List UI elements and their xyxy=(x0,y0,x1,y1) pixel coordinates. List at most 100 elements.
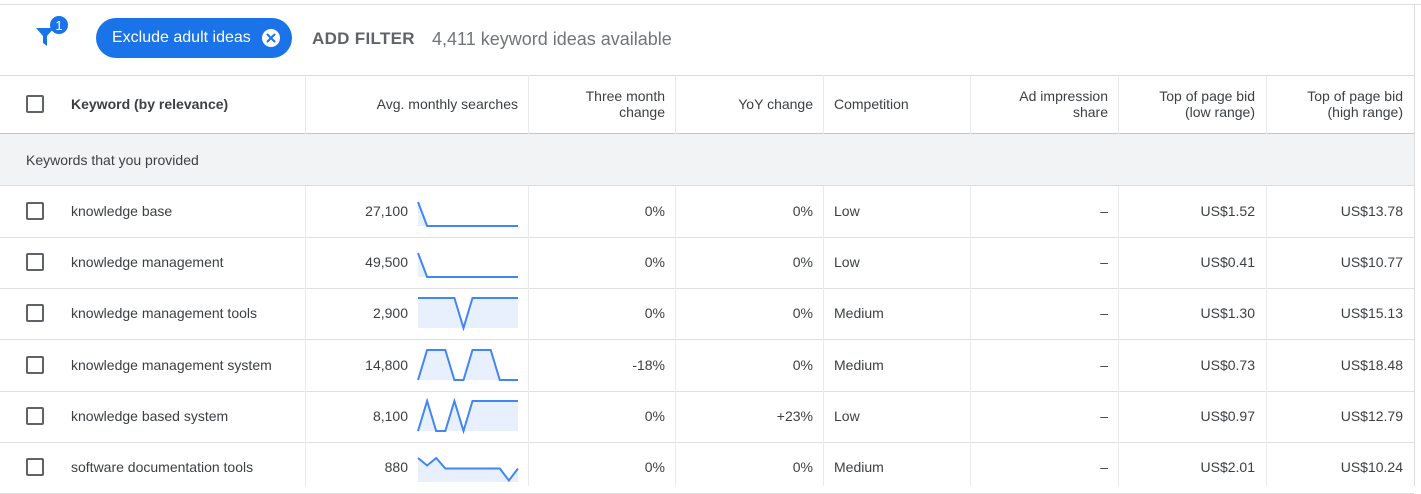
right-border xyxy=(1414,4,1415,486)
filter-count-badge: 1 xyxy=(55,18,62,33)
keyword-cell: knowledge base xyxy=(71,203,173,219)
table-row[interactable]: knowledge management system 14,800 -18% 0% M… xyxy=(0,340,1414,392)
body-column-divider xyxy=(528,186,529,486)
header-column-divider xyxy=(305,75,306,134)
three-month-change-cell: 0% xyxy=(644,254,665,270)
row-checkbox[interactable] xyxy=(26,458,44,476)
keyword-cell: knowledge based system xyxy=(71,408,229,424)
table-row[interactable]: software documentation tools 880 0% 0% Mediu… xyxy=(0,442,1414,494)
bid-low-cell: US$0.73 xyxy=(1200,357,1255,373)
row-checkbox[interactable] xyxy=(26,356,44,374)
bid-low-cell: US$1.30 xyxy=(1200,305,1255,321)
column-header-ad-impression-share[interactable]: Ad impression share xyxy=(971,75,1108,133)
bid-high-cell: US$12.79 xyxy=(1340,408,1403,424)
keyword-cell: knowledge management system xyxy=(71,357,272,373)
header-column-divider xyxy=(1118,75,1119,134)
column-header-keyword[interactable]: Keyword (by relevance) xyxy=(71,75,301,133)
sparkline-area xyxy=(418,253,518,277)
keyword-ideas-count: 4,411 keyword ideas available xyxy=(432,29,672,49)
group-header: Keywords that you provided xyxy=(0,134,1414,186)
header-column-divider xyxy=(823,75,824,134)
yoy-change-cell: 0% xyxy=(792,254,813,270)
trend-sparkline[interactable] xyxy=(417,347,519,383)
column-header-bid-low[interactable]: Top of page bid (low range) xyxy=(1119,75,1255,133)
select-all-checkbox[interactable] xyxy=(26,95,44,113)
impression-share-cell: – xyxy=(1100,459,1108,475)
bid-high-cell: US$10.24 xyxy=(1340,459,1403,475)
exclude-adult-ideas-chip[interactable]: Exclude adult ideas xyxy=(96,18,292,58)
table-row[interactable]: knowledge management 49,500 0% 0% Low – US$0.4… xyxy=(0,237,1414,289)
avg-searches-cell: 49,500 xyxy=(365,254,408,270)
three-month-change-cell: 0% xyxy=(644,203,665,219)
bid-low-cell: US$0.97 xyxy=(1200,408,1255,424)
avg-searches-cell: 2,900 xyxy=(372,305,408,321)
body-column-divider xyxy=(305,186,306,486)
column-header-avg-monthly-searches[interactable]: Avg. monthly searches xyxy=(306,75,518,133)
row-checkbox[interactable] xyxy=(26,253,44,271)
body-column-divider xyxy=(675,186,676,486)
competition-cell: Low xyxy=(834,254,860,270)
yoy-change-cell: 0% xyxy=(792,203,813,219)
chip-label: Exclude adult ideas xyxy=(112,29,251,46)
body-column-divider xyxy=(1118,186,1119,486)
three-month-change-cell: 0% xyxy=(644,459,665,475)
avg-searches-cell: 14,800 xyxy=(365,357,408,373)
yoy-change-cell: +23% xyxy=(776,408,813,424)
trend-sparkline[interactable] xyxy=(417,193,519,229)
competition-cell: Low xyxy=(834,203,860,219)
add-filter-button[interactable]: ADD FILTER xyxy=(312,29,415,49)
yoy-change-cell: 0% xyxy=(792,305,813,321)
group-label: Keywords that you provided xyxy=(26,152,199,168)
competition-cell: Medium xyxy=(834,357,884,373)
impression-share-cell: – xyxy=(1100,408,1108,424)
body-column-divider xyxy=(823,186,824,486)
yoy-change-cell: 0% xyxy=(792,459,813,475)
column-header-bid-high[interactable]: Top of page bid (high range) xyxy=(1267,75,1403,133)
table-header: Keyword (by relevance) Avg. monthly sear… xyxy=(0,75,1414,134)
row-checkbox[interactable] xyxy=(26,407,44,425)
impression-share-cell: – xyxy=(1100,203,1108,219)
table-row[interactable]: knowledge base 27,100 0% 0% Low – US$1.52 US$13… xyxy=(0,186,1414,238)
avg-searches-cell: 880 xyxy=(384,459,408,475)
chip-close-icon[interactable] xyxy=(261,28,281,48)
three-month-change-cell: -18% xyxy=(632,357,665,373)
competition-cell: Low xyxy=(834,408,860,424)
keyword-cell: knowledge management xyxy=(71,254,224,270)
bid-high-cell: US$10.77 xyxy=(1340,254,1403,270)
column-header-competition[interactable]: Competition xyxy=(834,75,964,133)
sparkline-line xyxy=(417,201,518,227)
row-checkbox[interactable] xyxy=(26,304,44,322)
avg-searches-cell: 8,100 xyxy=(372,408,408,424)
impression-share-cell: – xyxy=(1100,357,1108,373)
impression-share-cell: – xyxy=(1100,254,1108,270)
three-month-change-cell: 0% xyxy=(644,408,665,424)
column-header-yoy-change[interactable]: YoY change xyxy=(676,75,813,133)
three-month-change-cell: 0% xyxy=(644,305,665,321)
header-column-divider xyxy=(528,75,529,134)
bid-high-cell: US$15.13 xyxy=(1340,305,1403,321)
sparkline-line xyxy=(417,252,518,278)
column-header-three-month-change[interactable]: Three month change xyxy=(529,75,665,133)
header-column-divider xyxy=(675,75,676,134)
body-column-divider xyxy=(970,186,971,486)
trend-sparkline[interactable] xyxy=(417,449,519,485)
bid-low-cell: US$1.52 xyxy=(1200,203,1255,219)
sparkline-area xyxy=(418,202,518,226)
bid-high-cell: US$13.78 xyxy=(1340,203,1403,219)
competition-cell: Medium xyxy=(834,305,884,321)
competition-cell: Medium xyxy=(834,459,884,475)
trend-sparkline[interactable] xyxy=(417,295,519,331)
row-checkbox[interactable] xyxy=(26,202,44,220)
table-row[interactable]: knowledge management tools 2,900 0% 0% Mediu… xyxy=(0,288,1414,340)
bid-high-cell: US$18.48 xyxy=(1340,357,1403,373)
trend-sparkline[interactable] xyxy=(417,244,519,280)
header-column-divider xyxy=(970,75,971,134)
yoy-change-cell: 0% xyxy=(792,357,813,373)
table-row[interactable]: knowledge based system 8,100 0% +23% Low – US$… xyxy=(0,391,1414,443)
avg-searches-cell: 27,100 xyxy=(365,203,408,219)
header-column-divider xyxy=(1266,75,1267,134)
filter-icon[interactable]: 1 xyxy=(34,16,70,52)
trend-sparkline[interactable] xyxy=(417,398,519,434)
body-column-divider xyxy=(1266,186,1267,486)
bid-low-cell: US$0.41 xyxy=(1200,254,1255,270)
